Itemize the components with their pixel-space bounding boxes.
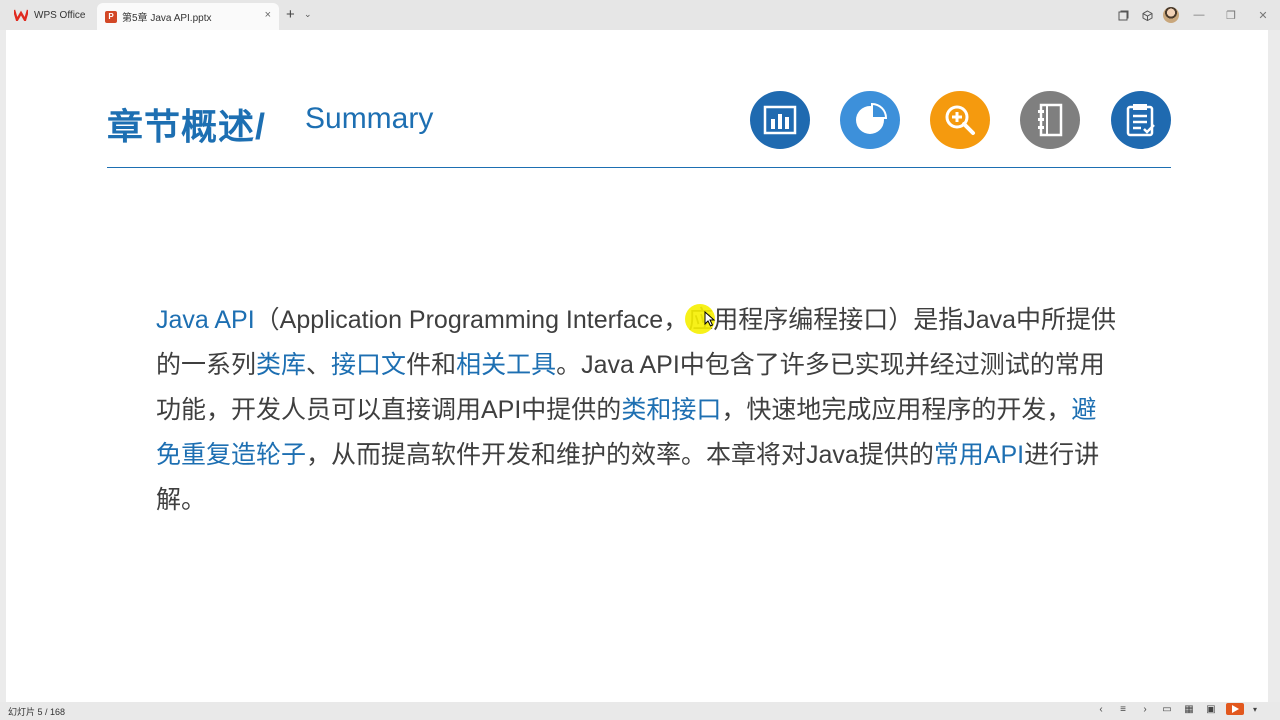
restore-button[interactable]: ❐ <box>1216 4 1246 26</box>
clipboard-check-icon <box>1111 91 1171 149</box>
window-layout-icon[interactable] <box>1112 4 1134 26</box>
minimize-button[interactable]: — <box>1184 4 1214 26</box>
paragraph-text: ，从而提高软件开发和维护的效率。本章将对Java提供的 <box>306 441 934 469</box>
slide-title-chinese: 章节概述/ <box>107 106 267 147</box>
bar-chart-icon <box>750 91 810 149</box>
slide-counter: 幻灯片 5 / 168 <box>8 707 66 717</box>
paragraph-text: ，快速地完成应用程序的开发， <box>721 396 1072 424</box>
next-slide-icon[interactable]: › <box>1134 704 1156 715</box>
notebook-icon <box>1020 91 1080 149</box>
slide-title-english: Summary <box>305 102 434 135</box>
title-bar: WPS Office P 第5章 Java API.pptx × + ⌄ — ❐… <box>0 0 1280 30</box>
window-controls: — ❐ ✕ <box>1112 0 1280 30</box>
wps-logo-icon <box>14 9 28 21</box>
slide-sorter-icon[interactable]: ▦ <box>1178 704 1200 715</box>
pie-chart-icon <box>840 91 900 149</box>
chevron-down-icon[interactable]: ⌄ <box>304 9 312 20</box>
normal-view-icon[interactable]: ▭ <box>1156 704 1178 715</box>
new-tab-button[interactable]: + <box>286 6 295 23</box>
highlighted-term: 常用API <box>933 441 1025 469</box>
paragraph-text: 、 <box>306 351 332 379</box>
paragraph-text: 件和 <box>406 351 457 379</box>
highlighted-term: 相关工具 <box>456 351 557 379</box>
summary-paragraph: Java API（Application Programming Interfa… <box>156 298 1121 523</box>
cube-icon[interactable] <box>1136 4 1158 26</box>
slideshow-play-icon[interactable] <box>1226 703 1244 715</box>
highlighted-term: 接口文 <box>331 351 407 379</box>
close-window-button[interactable]: ✕ <box>1248 4 1278 26</box>
chevron-down-icon[interactable]: ▾ <box>1244 705 1266 714</box>
tab-home-label: WPS Office <box>34 9 86 21</box>
tab-wps-home[interactable]: WPS Office <box>6 3 92 27</box>
previous-slide-icon[interactable]: ‹ <box>1090 704 1112 715</box>
highlighted-term: Java API <box>156 306 255 334</box>
slide-canvas[interactable]: 章节概述/ Summary Java API（Application Progr… <box>6 30 1268 702</box>
close-tab-icon[interactable]: × <box>265 9 271 21</box>
slide-list-icon[interactable]: ≡ <box>1112 704 1134 715</box>
zoom-in-icon <box>930 91 990 149</box>
mouse-pointer-icon <box>704 311 716 327</box>
tab-document-label: 第5章 Java API.pptx <box>122 13 212 24</box>
reading-view-icon[interactable]: ▣ <box>1200 704 1222 715</box>
title-divider <box>107 167 1171 168</box>
status-bar-tools: ‹ ≡ › ▭ ▦ ▣ ▾ <box>1090 703 1266 715</box>
user-avatar[interactable] <box>1160 4 1182 26</box>
status-bar: 幻灯片 5 / 168 ‹ ≡ › ▭ ▦ ▣ ▾ <box>0 702 1280 720</box>
tab-document[interactable]: P 第5章 Java API.pptx × <box>97 3 279 30</box>
pptx-file-icon: P <box>105 10 117 23</box>
highlighted-term: 类和接口 <box>621 396 722 424</box>
highlighted-term: 类库 <box>256 351 307 379</box>
